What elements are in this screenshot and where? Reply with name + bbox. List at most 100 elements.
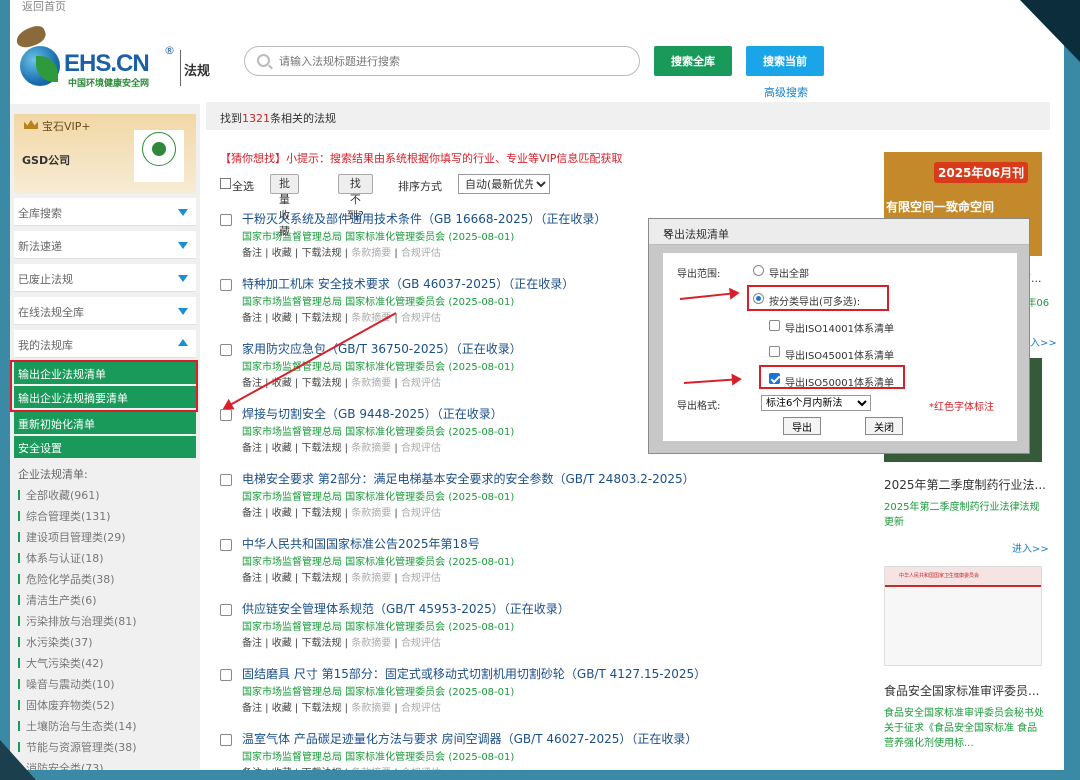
download-link[interactable]: 下载法规 — [301, 768, 341, 770]
category-item[interactable]: 固体废弃物类(52) — [18, 697, 115, 713]
security-settings-label: 安全设置 — [18, 442, 62, 455]
result-actions: 备注 | 收藏 | 下载法规 | 条款摘要 | 合规评估 — [242, 248, 441, 259]
article-title[interactable]: 食品安全国家标准审评委员... — [884, 682, 1039, 699]
select-all-checkbox[interactable] — [220, 178, 231, 189]
site-logo[interactable]: EHS.CN ® 中国环境健康安全网 法规 — [13, 23, 216, 89]
collect-link[interactable]: 收藏 — [272, 508, 292, 519]
download-link[interactable]: 下载法规 — [301, 573, 341, 584]
menu-online-library[interactable]: 在线法规全库 — [14, 297, 196, 325]
article-title[interactable]: 2025年第二季度制药行业法... — [884, 476, 1046, 493]
collect-link[interactable]: 收藏 — [272, 638, 292, 649]
menu-new-laws[interactable]: 新法速递 — [14, 231, 196, 259]
collect-link[interactable]: 收藏 — [272, 248, 292, 259]
summary-link: 条款摘要 — [351, 573, 392, 584]
category-item[interactable]: 全部收藏(961) — [18, 487, 100, 503]
result-checkbox[interactable] — [220, 539, 232, 551]
collect-link[interactable]: 收藏 — [272, 313, 292, 324]
category-item[interactable]: 危险化学品类(38) — [18, 571, 115, 587]
collect-link[interactable]: 收藏 — [272, 573, 292, 584]
more-link[interactable]: 进入>> — [1012, 540, 1049, 555]
search-current-button[interactable]: 搜索当前 — [746, 46, 824, 76]
search-input[interactable] — [279, 52, 619, 70]
result-checkbox[interactable] — [220, 214, 232, 226]
result-title[interactable]: 供应链安全管理体系规范（GB/T 45953-2025）（正在收录） — [242, 600, 570, 617]
advanced-search-link[interactable]: 高级搜索 — [764, 84, 808, 100]
result-checkbox[interactable] — [220, 734, 232, 746]
category-label: 污染排放与治理类(81) — [26, 615, 137, 628]
menu-full-search[interactable]: 全库搜索 — [14, 198, 196, 226]
download-link[interactable]: 下载法规 — [301, 248, 341, 259]
result-title[interactable]: 中华人民共和国国家标准公告2025年第18号 — [242, 535, 480, 552]
note-link[interactable]: 备注 — [242, 573, 262, 584]
result-issuer: 国家市场监督管理总局 国家标准化管理委员会 (2025-08-01) — [242, 687, 515, 698]
download-link[interactable]: 下载法规 — [301, 703, 341, 714]
result-title[interactable]: 温室气体 产品碳足迹量化方法与要求 房间空调器（GB/T 46027-2025）… — [242, 730, 697, 747]
result-title[interactable]: 电梯安全要求 第2部分：满足电梯基本安全要求的安全参数（GB/T 24803.2… — [242, 470, 695, 487]
batch-collect-button[interactable]: 批量收藏 — [270, 174, 299, 238]
result-title[interactable]: 焊接与切割安全（GB 9448-2025）（正在收录） — [242, 405, 503, 422]
iso45001-checkbox[interactable] — [769, 346, 780, 357]
menu-label: 新法速递 — [18, 240, 62, 253]
note-link[interactable]: 备注 — [242, 768, 262, 770]
summary-link: 条款摘要 — [351, 638, 392, 649]
export-all-radio[interactable] — [753, 265, 764, 276]
reinit-list-button[interactable]: 重新初始化清单 — [14, 412, 196, 434]
download-link[interactable]: 下载法规 — [301, 508, 341, 519]
category-item[interactable]: 清洁生产类(6) — [18, 592, 97, 608]
eval-link: 合规评估 — [400, 638, 441, 649]
note-link[interactable]: 备注 — [242, 313, 262, 324]
note-link[interactable]: 备注 — [242, 638, 262, 649]
category-item[interactable]: 污染排放与治理类(81) — [18, 613, 137, 629]
result-checkbox[interactable] — [220, 474, 232, 486]
download-link[interactable]: 下载法规 — [301, 313, 341, 324]
result-actions: 备注 | 收藏 | 下载法规 | 条款摘要 | 合规评估 — [242, 638, 441, 649]
browser-page: 返回首页 EHS.CN ® 中国环境健康安全网 法规 搜索全库 搜索当前 高级搜… — [10, 0, 1064, 770]
download-link[interactable]: 下载法规 — [301, 378, 341, 389]
highlight-box — [10, 360, 198, 412]
download-link[interactable]: 下载法规 — [301, 443, 341, 454]
menu-my-library[interactable]: 我的法规库 — [14, 330, 196, 358]
collect-link[interactable]: 收藏 — [272, 703, 292, 714]
summary-link: 条款摘要 — [351, 248, 392, 259]
result-title[interactable]: 家用防灾应急包（GB/T 36750-2025）（正在收录） — [242, 340, 522, 357]
chevron-up-icon — [178, 339, 188, 346]
collect-link[interactable]: 收藏 — [272, 443, 292, 454]
result-title[interactable]: 固结磨具 尺寸 第15部分：固定式或移动式切割机用切割砂轮（GB/T 4127.… — [242, 665, 706, 682]
close-button[interactable]: 关闭 — [865, 417, 903, 435]
collect-link[interactable]: 收藏 — [272, 768, 292, 770]
iso14001-checkbox[interactable] — [769, 320, 780, 331]
search-box[interactable] — [244, 46, 640, 76]
chevron-down-icon — [178, 275, 188, 282]
download-link[interactable]: 下载法规 — [301, 638, 341, 649]
result-checkbox[interactable] — [220, 669, 232, 681]
result-checkbox[interactable] — [220, 279, 232, 291]
note-link[interactable]: 备注 — [242, 443, 262, 454]
poster-title: 2025年06月刊 — [934, 162, 1029, 183]
category-item[interactable]: 综合管理类(131) — [18, 508, 111, 524]
search-all-button[interactable]: 搜索全库 — [654, 46, 732, 76]
note-link[interactable]: 备注 — [242, 248, 262, 259]
back-home-link[interactable]: 返回首页 — [22, 0, 66, 14]
format-select[interactable]: 标注6个月内新法 — [761, 395, 871, 411]
notice-thumbnail[interactable]: 中华人民共和国国家卫生健康委员会 — [884, 566, 1042, 666]
result-title[interactable]: 特种加工机床 安全技术要求（GB 46037-2025）（正在收录） — [242, 275, 574, 292]
export-button[interactable]: 导出 — [783, 417, 821, 435]
category-item[interactable]: 土壤防治与生态类(14) — [18, 718, 137, 734]
category-item[interactable]: 噪音与震动类(10) — [18, 676, 115, 692]
dialog-header: 导出法规清单 × — [649, 219, 1029, 245]
category-item[interactable]: 体系与认证(18) — [18, 550, 104, 566]
security-settings-button[interactable]: 安全设置 — [14, 436, 196, 458]
category-item[interactable]: 水污染类(37) — [18, 634, 93, 650]
sort-select[interactable]: 自动(最新优先) — [458, 174, 550, 194]
category-item[interactable]: 建设项目管理类(29) — [18, 529, 126, 545]
result-checkbox[interactable] — [220, 604, 232, 616]
note-link[interactable]: 备注 — [242, 703, 262, 714]
result-title[interactable]: 干粉灭火系统及部件通用技术条件（GB 16668-2025）（正在收录） — [242, 210, 606, 227]
close-icon[interactable]: × — [663, 226, 672, 239]
note-link[interactable]: 备注 — [242, 508, 262, 519]
not-found-button[interactable]: 找不到? — [338, 174, 373, 222]
result-checkbox[interactable] — [220, 344, 232, 356]
category-label: 节能与资源管理类(38) — [26, 741, 137, 754]
category-item[interactable]: 大气污染类(42) — [18, 655, 104, 671]
menu-repealed[interactable]: 已废止法规 — [14, 264, 196, 292]
